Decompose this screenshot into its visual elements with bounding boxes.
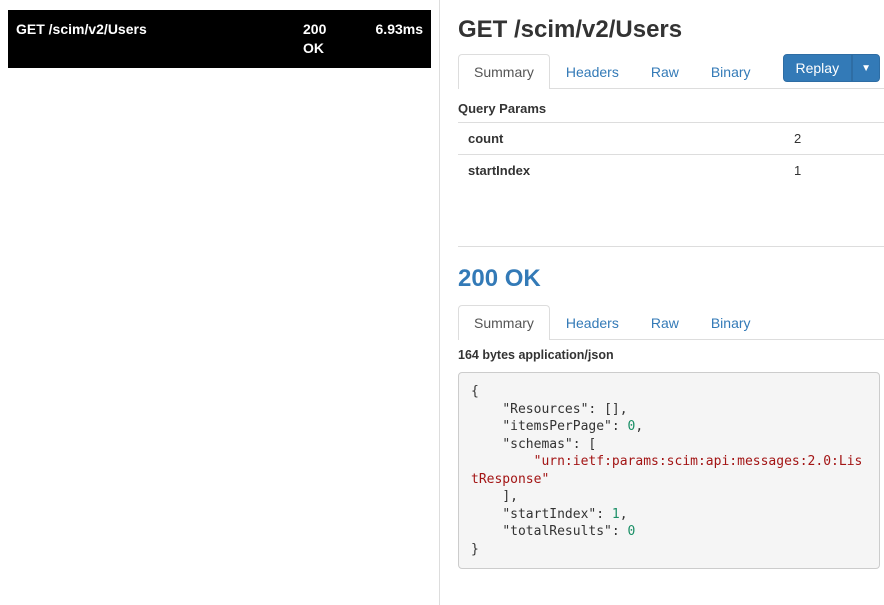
request-list-panel: GET /scim/v2/Users 200 OK 6.93ms: [0, 0, 440, 605]
param-value: 2: [794, 123, 884, 155]
chevron-down-icon: ▼: [861, 63, 871, 74]
json-key: "startIndex": [502, 507, 596, 522]
tab-raw[interactable]: Raw: [635, 305, 695, 340]
request-timing: 6.93ms: [353, 20, 423, 39]
replay-dropdown-button[interactable]: ▼: [852, 54, 880, 82]
tab-binary[interactable]: Binary: [695, 305, 767, 340]
tab-summary[interactable]: Summary: [458, 54, 550, 89]
json-val: 0: [628, 524, 636, 539]
json-val: 0: [628, 419, 636, 434]
request-tabs: Summary Headers Raw Binary Replay ▼: [458, 54, 884, 89]
response-meta: 164 bytes application/json: [458, 348, 884, 362]
response-body: { "Resources": [], "itemsPerPage": 0, "s…: [458, 372, 880, 569]
param-value: 1: [794, 155, 884, 187]
json-val: []: [604, 402, 620, 417]
json-val: 1: [612, 507, 620, 522]
detail-panel: GET /scim/v2/Users Summary Headers Raw B…: [440, 0, 884, 605]
param-key: startIndex: [458, 155, 794, 187]
request-row[interactable]: GET /scim/v2/Users 200 OK 6.93ms: [8, 10, 431, 68]
replay-button-group: Replay ▼: [783, 54, 881, 82]
response-tabs: Summary Headers Raw Binary: [458, 305, 884, 340]
status-code: 200: [303, 21, 326, 37]
param-key: count: [458, 123, 794, 155]
tab-headers[interactable]: Headers: [550, 305, 635, 340]
query-params-heading: Query Params: [458, 97, 884, 122]
status-text: OK: [303, 39, 353, 58]
table-row: count 2: [458, 123, 884, 155]
json-val: "urn:ietf:params:scim:api:messages:2.0:L…: [471, 454, 862, 487]
table-row: startIndex 1: [458, 155, 884, 187]
request-status: 200 OK: [303, 20, 353, 58]
response-status: 200 OK: [458, 265, 884, 293]
tab-binary[interactable]: Binary: [695, 54, 767, 89]
tab-raw[interactable]: Raw: [635, 54, 695, 89]
request-endpoint: GET /scim/v2/Users: [16, 20, 303, 39]
json-key: "itemsPerPage": [502, 419, 612, 434]
query-params-table: count 2 startIndex 1: [458, 122, 884, 186]
replay-button[interactable]: Replay: [783, 54, 853, 82]
tab-headers[interactable]: Headers: [550, 54, 635, 89]
tab-summary[interactable]: Summary: [458, 305, 550, 340]
request-title: GET /scim/v2/Users: [458, 16, 884, 44]
json-key: "schemas": [502, 437, 572, 452]
json-key: "totalResults": [502, 524, 612, 539]
json-key: "Resources": [502, 402, 588, 417]
divider: [458, 246, 884, 247]
